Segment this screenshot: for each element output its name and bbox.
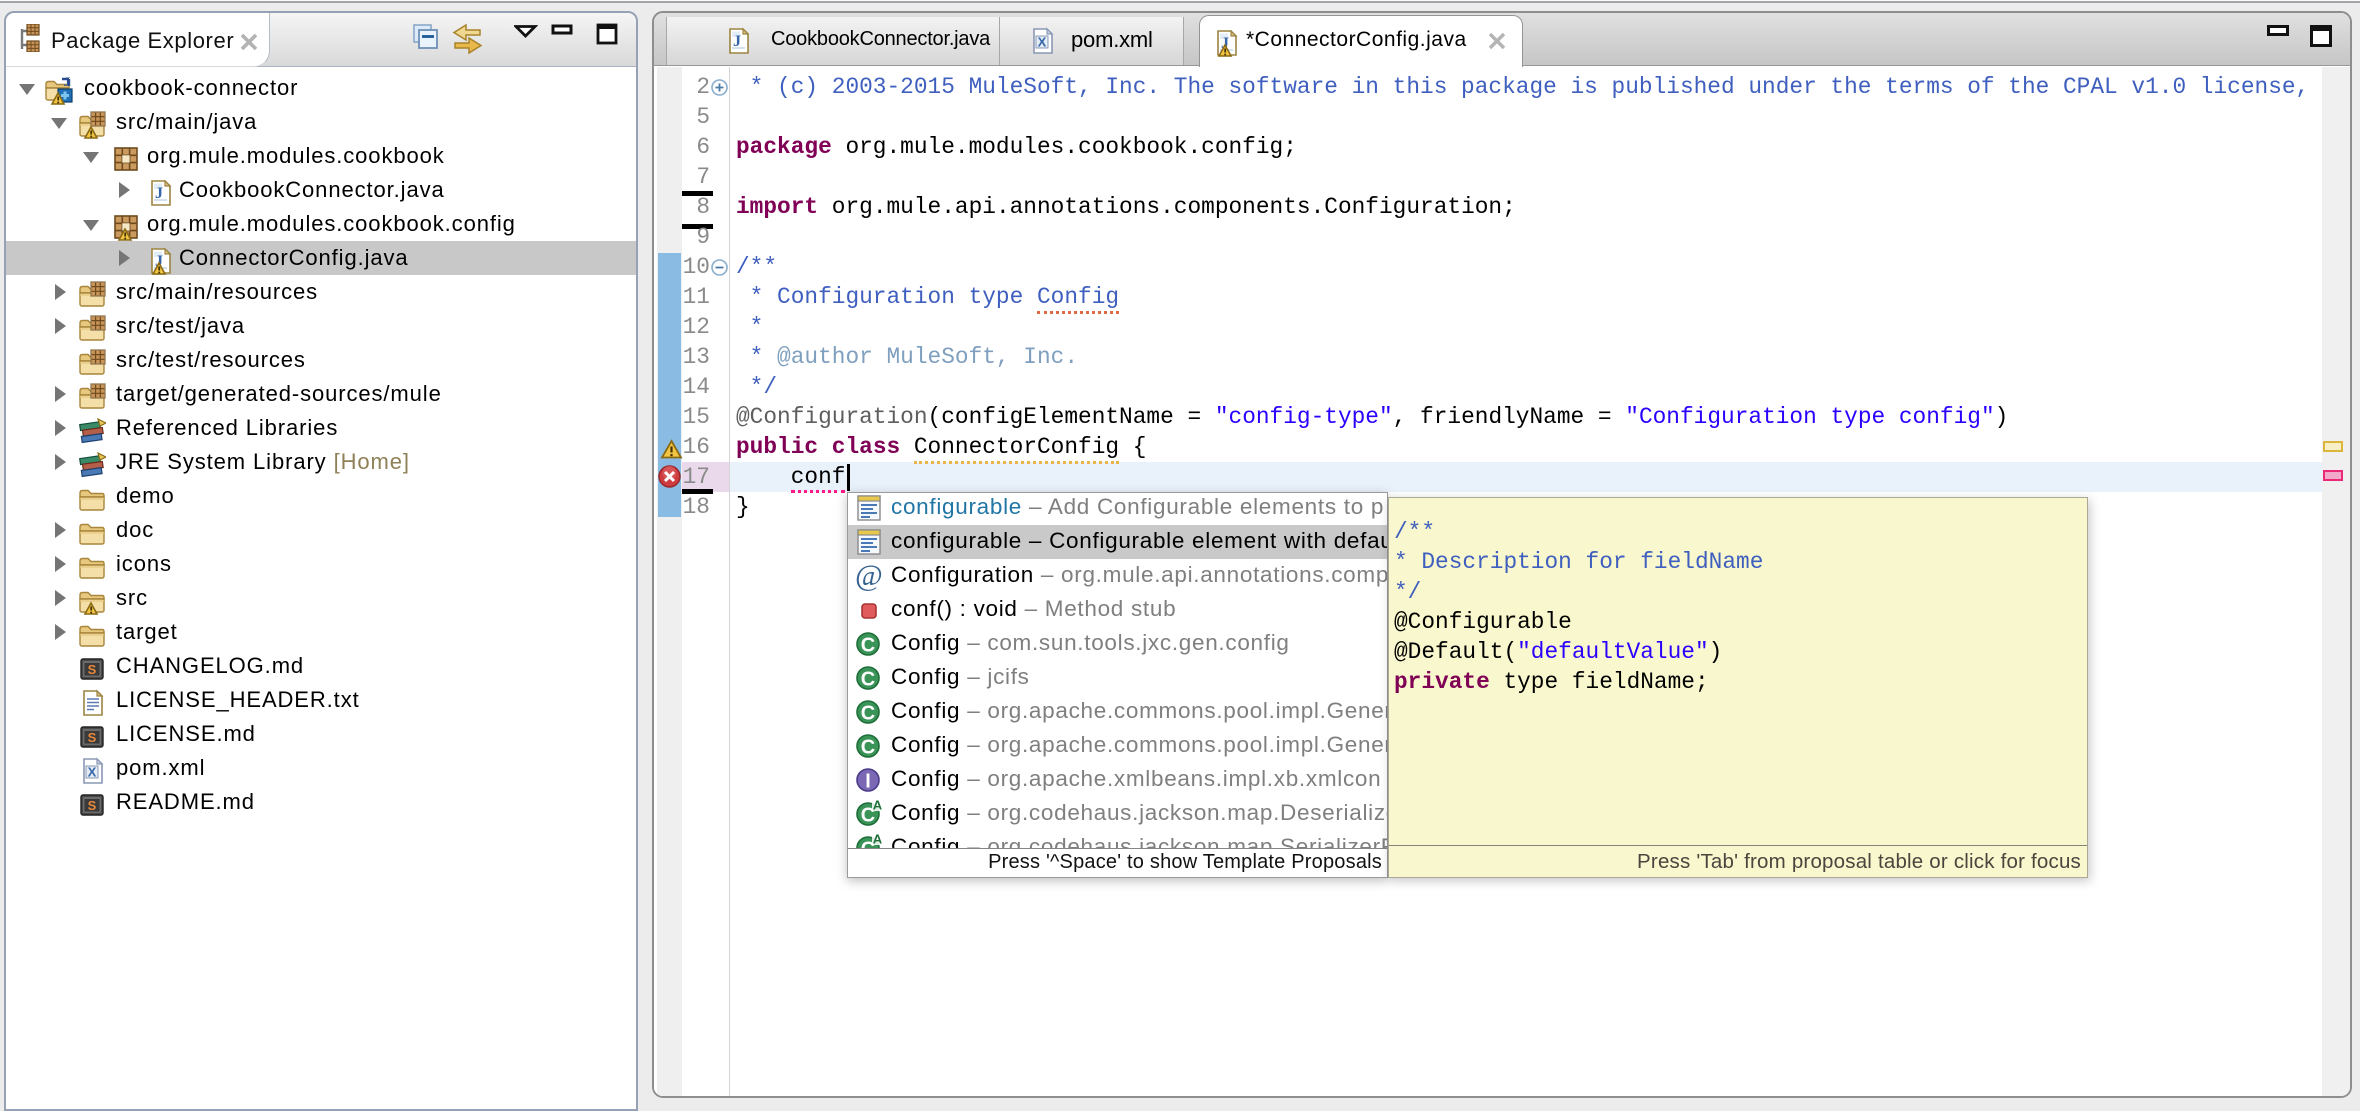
svg-text:S: S	[88, 662, 97, 677]
svg-text:X: X	[1038, 35, 1047, 50]
svg-text:J: J	[64, 77, 71, 89]
svg-text:X: X	[88, 765, 97, 780]
svg-text:@: @	[855, 561, 883, 591]
svg-text:S: S	[88, 798, 97, 813]
svg-text:I: I	[865, 771, 871, 793]
svg-text:A: A	[873, 833, 883, 847]
svg-text:C: C	[861, 635, 875, 657]
svg-text:C: C	[861, 737, 875, 759]
svg-text:C: C	[861, 669, 875, 691]
svg-text:S: S	[88, 730, 97, 745]
svg-text:C: C	[861, 703, 875, 725]
svg-text:A: A	[873, 799, 883, 813]
